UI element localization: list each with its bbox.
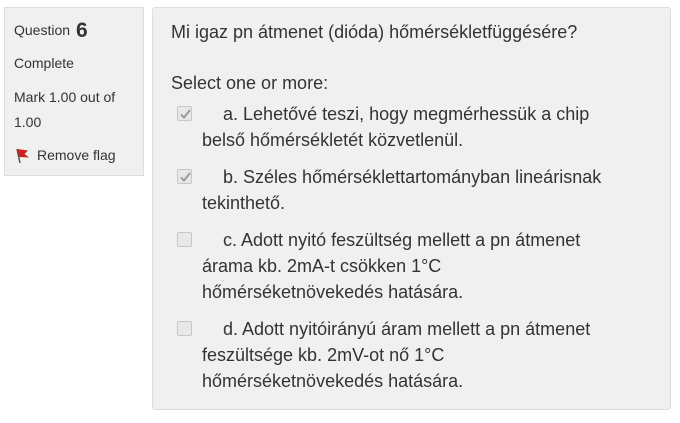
answer-b-checkbox[interactable] — [177, 169, 192, 184]
answer-c-checkbox[interactable] — [177, 232, 192, 247]
answer-option-a[interactable]: a. Lehetővé teszi, hogy megmérhessük a c… — [171, 101, 652, 153]
answer-d-letter: d. — [223, 319, 239, 339]
answer-d-line-3: hőmérséketnövekedés hatására. — [202, 371, 464, 391]
answer-c-line-2: árama kb. 2mA-t csökken 1°C — [202, 256, 442, 276]
answer-a-checkbox[interactable] — [177, 106, 192, 121]
answer-c-text: c. Adott nyitó feszültség mellett a pn á… — [202, 227, 652, 305]
answer-c-letter: c. — [223, 230, 238, 250]
answer-a-line-1: Lehetővé teszi, hogy megmérhessük a chip — [243, 104, 590, 124]
answer-b-text: b. Széles hőmérséklettartományban lineár… — [202, 164, 652, 216]
answer-c-line-1: Adott nyitó feszültség mellett a pn átme… — [241, 230, 581, 250]
checkmark-icon — [180, 109, 191, 119]
answer-prompt: Select one or more: — [171, 73, 329, 93]
answer-b-line-2: tekinthető. — [202, 193, 286, 213]
answer-option-c[interactable]: c. Adott nyitó feszültség mellett a pn á… — [171, 227, 652, 305]
answer-d-line-1: Adott nyitóirányú áram mellett a pn átme… — [242, 319, 591, 339]
answer-list: a. Lehetővé teszi, hogy megmérhessük a c… — [171, 101, 652, 394]
answer-option-d[interactable]: d. Adott nyitóirányú áram mellett a pn á… — [171, 316, 652, 394]
answer-a-letter: a. — [223, 104, 239, 124]
question-grade: Mark 1.00 out of 1.00 — [14, 85, 134, 135]
question-state: Complete — [14, 55, 74, 71]
remove-flag-link[interactable]: Remove flag — [14, 145, 134, 165]
answer-b-line-1: Széles hőmérséklettartományban lineárisn… — [243, 167, 602, 187]
question-label: Question — [14, 22, 71, 38]
remove-flag-label[interactable]: Remove flag — [37, 145, 116, 165]
answer-a-text: a. Lehetővé teszi, hogy megmérhessük a c… — [202, 101, 652, 153]
answer-d-text: d. Adott nyitóirányú áram mellett a pn á… — [202, 316, 652, 394]
question-info-panel: Question 6 Complete Mark 1.00 out of 1.0… — [4, 7, 144, 176]
answer-d-line-2: feszültsége kb. 2mV-ot nő 1°C — [202, 345, 445, 365]
answer-option-b[interactable]: b. Széles hőmérséklettartományban lineár… — [171, 164, 652, 216]
grade-line-2: 1.00 — [14, 114, 42, 130]
answer-d-checkbox[interactable] — [177, 321, 192, 336]
question-text: Mi igaz pn átmenet (dióda) hőmérsékletfü… — [171, 22, 578, 42]
flag-icon — [14, 146, 32, 164]
question-number: Question 6 — [14, 18, 134, 43]
answer-b-letter: b. — [223, 167, 239, 187]
question-content-panel: Mi igaz pn átmenet (dióda) hőmérsékletfü… — [152, 7, 671, 410]
answer-c-line-3: hőmérséketnövekedés hatására. — [202, 282, 464, 302]
answer-a-line-2: belső hőmérsékletét közvetlenül. — [202, 130, 464, 150]
checkmark-icon — [180, 172, 191, 182]
question-number-value: 6 — [75, 19, 88, 42]
grade-line-1: Mark 1.00 out of — [14, 89, 116, 105]
